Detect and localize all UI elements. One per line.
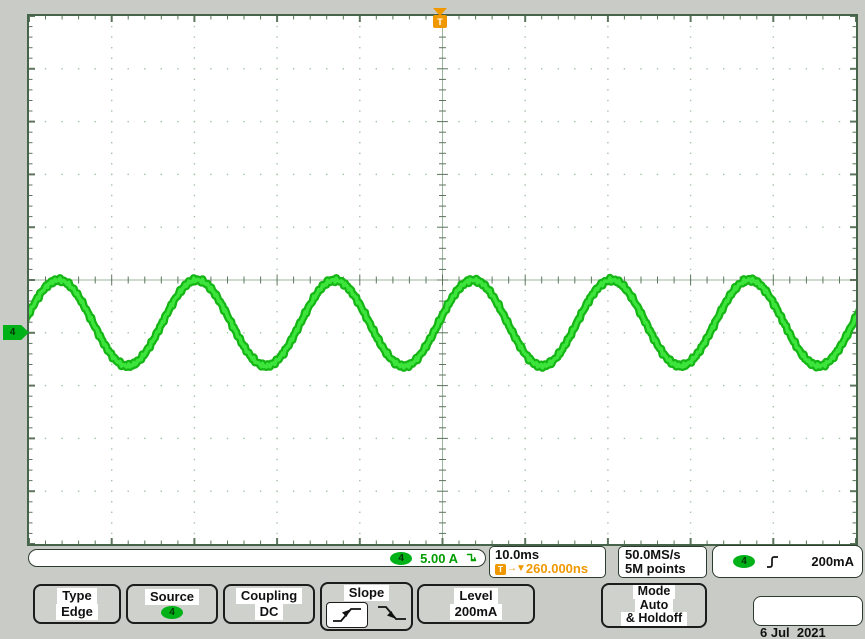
trigger-flag-icon: T xyxy=(433,15,447,28)
menu-trigger-coupling[interactable]: Coupling DC xyxy=(223,584,315,624)
timebase-readout-box: 10.0ms T →▼ 260.000ns xyxy=(489,546,606,578)
slope-option-rising[interactable] xyxy=(326,602,368,628)
menu-trigger-level-label: Level xyxy=(454,588,497,604)
menu-trigger-mode-value1: Auto xyxy=(635,599,673,613)
channel-readout-bar: 4 5.00 A xyxy=(28,549,486,567)
menu-trigger-type-value: Edge xyxy=(56,604,98,620)
channel4-scale-readout: 5.00 A xyxy=(420,551,458,566)
menu-trigger-source-label: Source xyxy=(145,589,199,605)
trigger-delay-readout: T →▼ 260.000ns xyxy=(495,562,600,576)
menu-trigger-coupling-label: Coupling xyxy=(236,588,302,604)
datetime-box: 6 Jul 2021 13:24:02 xyxy=(753,596,863,626)
sample-rate: 50.0MS/s xyxy=(625,548,700,562)
menu-trigger-source[interactable]: Source 4 xyxy=(126,584,218,624)
menu-trigger-coupling-value: DC xyxy=(255,604,284,620)
probe-signal-icon xyxy=(466,552,478,565)
graticule xyxy=(27,14,858,546)
menu-trigger-level-value: 200mA xyxy=(450,604,503,620)
menu-trigger-type-label: Type xyxy=(57,588,96,604)
channel4-badge: 4 xyxy=(390,552,412,565)
record-length: 5M points xyxy=(625,562,700,576)
falling-edge-icon xyxy=(376,604,408,622)
trigger-position-marker[interactable]: T xyxy=(433,8,447,28)
menu-source-channel-badge: 4 xyxy=(161,606,183,619)
delay-arrows-icon: →▼ xyxy=(507,562,525,576)
channel4-ground-marker[interactable]: 4 xyxy=(3,325,29,340)
menu-trigger-level[interactable]: Level 200mA xyxy=(417,584,535,624)
trigger-delay-value: 260.000ns xyxy=(526,562,588,576)
oscilloscope-screen: 4 T 4 5.00 A 10.0ms T →▼ 260.000ns 50.0M… xyxy=(0,0,865,639)
rising-slope-icon xyxy=(766,554,779,570)
menu-trigger-type[interactable]: Type Edge xyxy=(33,584,121,624)
slope-options xyxy=(326,602,408,628)
waveform-trace-ch4 xyxy=(29,16,856,544)
menu-trigger-mode-value2: & Holdoff xyxy=(621,612,687,626)
menu-trigger-mode-label: Mode xyxy=(633,585,676,599)
menu-trigger-slope[interactable]: Slope xyxy=(320,582,413,631)
trigger-channel-badge: 4 xyxy=(733,555,755,568)
slope-option-falling[interactable] xyxy=(376,604,408,626)
menu-trigger-slope-label: Slope xyxy=(344,585,389,601)
trigger-t-icon: T xyxy=(495,564,506,575)
menu-trigger-mode[interactable]: Mode Auto & Holdoff xyxy=(601,583,707,628)
rising-edge-icon xyxy=(331,606,363,624)
acquisition-readout-box: 50.0MS/s 5M points xyxy=(618,546,707,578)
timebase-scale: 10.0ms xyxy=(495,548,600,562)
channel4-ground-marker-label: 4 xyxy=(10,327,16,338)
trigger-level-readout: 200mA xyxy=(811,554,854,569)
trigger-readout-box: 4 200mA xyxy=(712,545,863,578)
date-value: 6 Jul 2021 xyxy=(760,626,858,639)
